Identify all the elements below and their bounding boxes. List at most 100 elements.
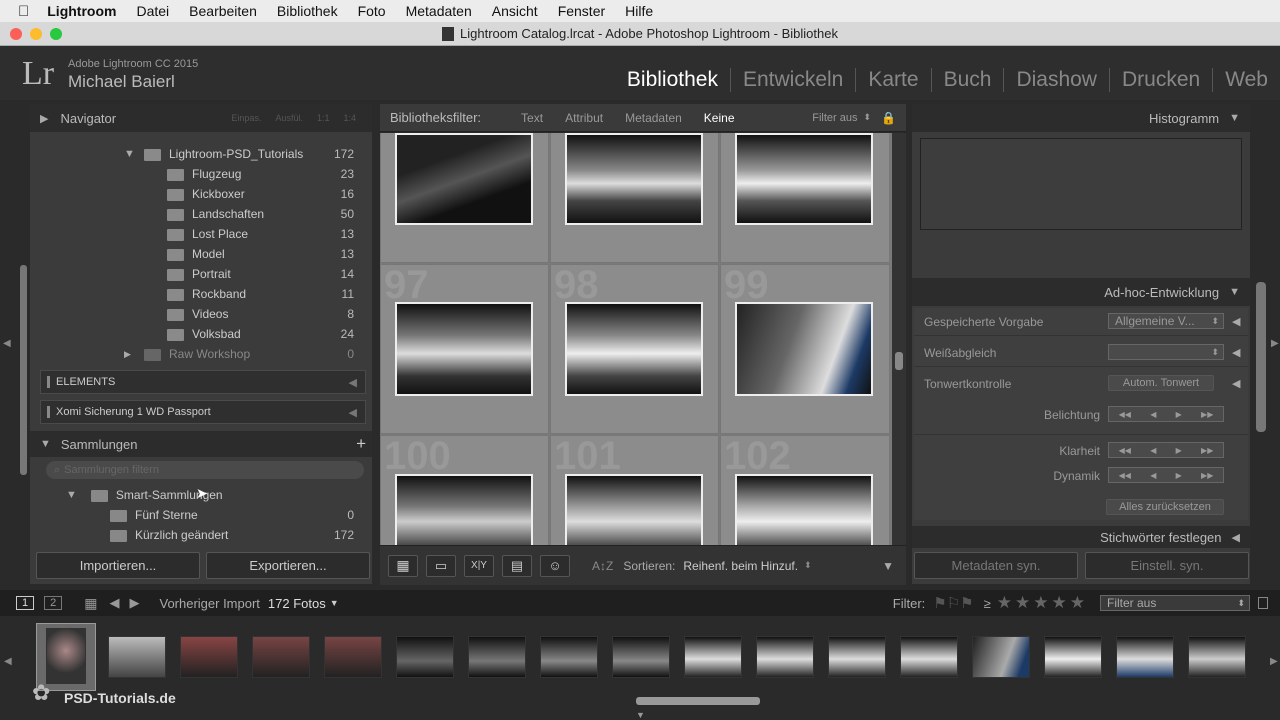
filter-select[interactable]: Filter aus ⬍	[1100, 595, 1250, 611]
import-button[interactable]: Importieren...	[36, 552, 200, 579]
module-diashow[interactable]: Diashow	[1003, 68, 1109, 92]
menu-metadaten[interactable]: Metadaten	[406, 3, 472, 19]
collections-header[interactable]: ▼ Sammlungen +	[30, 431, 372, 457]
folder-item[interactable]: Landschaften 50	[36, 204, 370, 224]
histogram-header[interactable]: Histogramm ▼	[912, 104, 1250, 132]
collection-set-item[interactable]: ▼ Smart-Sammlungen	[66, 485, 366, 505]
filmstrip-thumbnail[interactable]	[756, 636, 814, 678]
disclosure-left-icon[interactable]: ◀	[1232, 377, 1240, 390]
module-drucken[interactable]: Drucken	[1108, 68, 1212, 92]
module-entwickeln[interactable]: Entwickeln	[729, 68, 855, 92]
collections-search-input[interactable]: ⌕ Sammlungen filtern	[46, 461, 364, 479]
apple-icon[interactable]: 	[18, 3, 29, 20]
filmstrip-thumbnail[interactable]	[396, 636, 454, 678]
disclosure-left-icon[interactable]: ◀	[1232, 346, 1240, 359]
disclosure-down-icon[interactable]: ▼	[124, 148, 135, 160]
filmstrip-thumbnail[interactable]	[828, 636, 886, 678]
photo-thumbnail[interactable]	[395, 474, 533, 545]
folder-item[interactable]: Videos 8	[36, 304, 370, 324]
filmstrip-scrollbar[interactable]	[636, 697, 760, 705]
rating-filter-stars[interactable]: ★ ★ ★ ★ ★	[997, 593, 1088, 613]
survey-view-icon[interactable]: ▤	[502, 554, 532, 577]
add-collection-icon[interactable]: +	[356, 434, 366, 454]
disclosure-left-icon[interactable]: ◀	[349, 406, 357, 419]
sort-select[interactable]: Reihenf. beim Hinzuf.	[683, 559, 798, 573]
collapse-bottom-panel-icon[interactable]: ▼	[636, 710, 645, 720]
compare-view-icon[interactable]: X|Y	[464, 554, 494, 577]
filmstrip-right-icon[interactable]: ▶	[1270, 656, 1278, 667]
grid-icon[interactable]: ▦	[84, 595, 97, 612]
module-karte[interactable]: Karte	[855, 68, 930, 92]
photo-thumbnail[interactable]	[735, 474, 873, 545]
folder-item[interactable]: ▼ Lightroom-PSD_Tutorials 172	[36, 144, 370, 164]
filter-preset[interactable]: Filter aus	[812, 112, 857, 124]
people-view-icon[interactable]: ☺	[540, 554, 570, 577]
back-arrow-icon[interactable]: ◀	[109, 595, 119, 611]
folder-item[interactable]: Portrait 14	[36, 264, 370, 284]
folder-item[interactable]: Lost Place 13	[36, 224, 370, 244]
filmstrip-left-icon[interactable]: ◀	[4, 656, 12, 667]
folder-item[interactable]: Volksbad 24	[36, 324, 370, 344]
sort-direction-icon[interactable]: A↕Z	[592, 559, 613, 573]
secondary-window-button[interactable]: 2	[44, 596, 63, 610]
photo-thumbnail[interactable]	[565, 302, 703, 396]
quick-develop-header[interactable]: Ad-hoc-Entwicklung ▼	[912, 278, 1250, 306]
zoom-fit[interactable]: Einpas.	[231, 113, 261, 123]
filmstrip-thumbnail[interactable]	[1044, 636, 1102, 678]
saved-preset-select[interactable]: Allgemeine V... ⬍	[1108, 313, 1224, 329]
filmstrip-thumbnail[interactable]	[180, 636, 238, 678]
filmstrip-thumbnail[interactable]	[252, 636, 310, 678]
close-window-button[interactable]	[10, 28, 22, 40]
menu-lightroom[interactable]: Lightroom	[47, 3, 116, 19]
filter-none[interactable]: Keine	[704, 111, 735, 125]
toolbar-menu-icon[interactable]: ▼	[882, 559, 894, 573]
grid-scrollbar-track[interactable]	[892, 133, 906, 545]
filmstrip-thumbnail[interactable]	[684, 636, 742, 678]
folder-item[interactable]: Model 13	[36, 244, 370, 264]
folder-item[interactable]: ▶ Raw Workshop 0	[36, 344, 370, 364]
photo-thumbnail[interactable]	[735, 302, 873, 396]
keywording-header[interactable]: Stichwörter festlegen ◀	[912, 526, 1250, 548]
module-web[interactable]: Web	[1212, 68, 1280, 92]
folder-item[interactable]: Kickboxer 16	[36, 184, 370, 204]
export-button[interactable]: Exportieren...	[206, 552, 370, 579]
navigator-header[interactable]: ▶ Navigator Einpas. Ausfül. 1:1 1:4	[30, 104, 372, 132]
photo-thumbnail[interactable]	[565, 133, 703, 225]
disclosure-left-icon[interactable]: ◀	[1232, 315, 1240, 328]
zoom-1-1[interactable]: 1:1	[317, 113, 330, 123]
sync-metadata-button[interactable]: Metadaten syn.	[914, 552, 1078, 579]
rating-operator[interactable]: ≥	[984, 596, 991, 611]
reset-all-button[interactable]: Alles zurücksetzen	[1106, 499, 1224, 515]
filmstrip-thumbnail[interactable]	[324, 636, 382, 678]
filmstrip-thumbnail[interactable]	[972, 636, 1030, 678]
photo-count[interactable]: 172 Fotos	[268, 596, 326, 611]
photo-thumbnail[interactable]	[735, 133, 873, 225]
menu-ansicht[interactable]: Ansicht	[492, 3, 538, 19]
collapse-left-panel-icon[interactable]: ◀	[3, 338, 11, 349]
filter-text[interactable]: Text	[521, 111, 543, 125]
lock-icon[interactable]: 🔒	[881, 111, 896, 125]
filmstrip-thumbnail[interactable]	[108, 636, 166, 678]
filmstrip-thumbnail[interactable]	[1188, 636, 1246, 678]
menu-datei[interactable]: Datei	[136, 3, 169, 19]
filmstrip-thumbnail[interactable]	[612, 636, 670, 678]
zoom-window-button[interactable]	[50, 28, 62, 40]
photo-thumbnail[interactable]	[395, 302, 533, 396]
smart-collection-item[interactable]: Kürzlich geändert 172	[110, 525, 366, 545]
loupe-view-icon[interactable]: ▭	[426, 554, 456, 577]
module-bibliothek[interactable]: Bibliothek	[615, 68, 730, 92]
volume-backup[interactable]: Xomi Sicherung 1 WD Passport ◀	[40, 400, 366, 424]
filter-attribute[interactable]: Attribut	[565, 111, 603, 125]
left-panel-scrollbar[interactable]	[20, 265, 27, 475]
grid-view-icon[interactable]: ▦	[388, 554, 418, 577]
filmstrip-source[interactable]: Vorheriger Import	[159, 596, 259, 611]
filmstrip-thumbnail[interactable]	[46, 628, 86, 684]
filmstrip-thumbnail[interactable]	[900, 636, 958, 678]
menu-bibliothek[interactable]: Bibliothek	[277, 3, 338, 19]
white-balance-select[interactable]: ⬍	[1108, 344, 1224, 360]
flag-filter-icons[interactable]: ⚑⚐⚑	[933, 594, 973, 612]
filmstrip-thumbnail[interactable]	[1116, 636, 1174, 678]
menu-hilfe[interactable]: Hilfe	[625, 3, 653, 19]
disclosure-right-icon[interactable]: ▶	[124, 349, 131, 360]
forward-arrow-icon[interactable]: ▶	[129, 595, 139, 611]
